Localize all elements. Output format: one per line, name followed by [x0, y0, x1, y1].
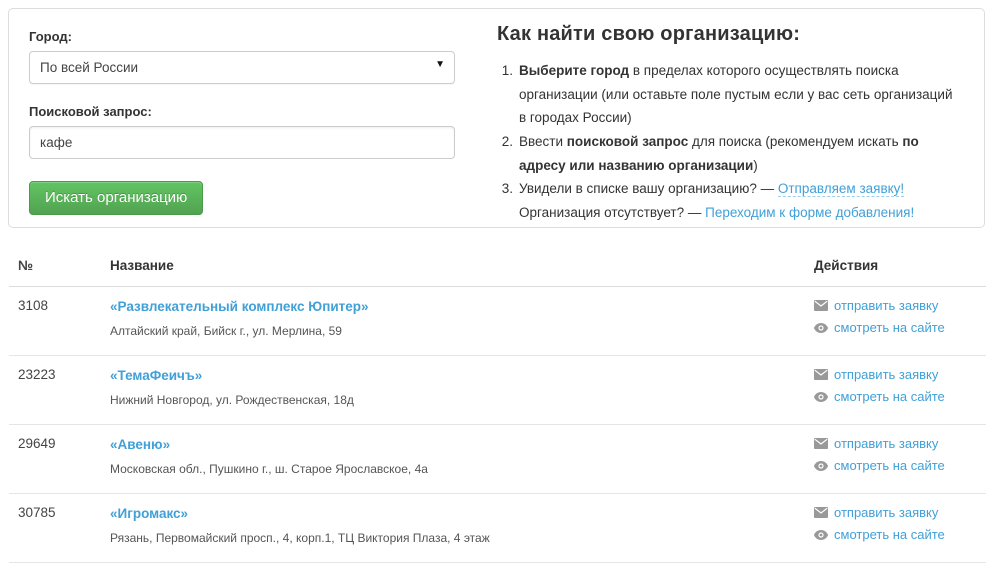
view-on-site-label: смотреть на сайте	[834, 320, 945, 335]
view-on-site-label: смотреть на сайте	[834, 458, 945, 473]
eye-icon	[814, 323, 828, 333]
envelope-icon	[814, 300, 828, 311]
search-button[interactable]: Искать организацию	[29, 181, 203, 215]
send-request-link[interactable]: отправить заявку	[814, 505, 986, 520]
search-form: Город: По всей России ▼ Поисковой запрос…	[9, 9, 479, 227]
eye-icon	[814, 530, 828, 540]
view-on-site-link[interactable]: смотреть на сайте	[814, 320, 986, 335]
org-id: 23223	[9, 367, 110, 411]
table-header: № Название Действия	[9, 246, 986, 287]
view-on-site-label: смотреть на сайте	[834, 389, 945, 404]
instructions-title: Как найти свою организацию:	[497, 23, 960, 46]
org-name-link[interactable]: «ТемаФеичъ»	[110, 368, 202, 383]
send-request-label: отправить заявку	[834, 505, 938, 520]
table-row: 29649 «Авеню» Московская обл., Пушкино г…	[9, 425, 986, 494]
send-request-label: отправить заявку	[834, 436, 938, 451]
city-select[interactable]: По всей России	[29, 51, 455, 84]
add-form-link[interactable]: Переходим к форме добавления!	[705, 205, 914, 220]
send-request-link[interactable]: отправить заявку	[814, 298, 986, 313]
org-name-link[interactable]: «Авеню»	[110, 437, 170, 452]
step-2-number: 2.	[497, 130, 519, 177]
send-request-link[interactable]: отправить заявку	[814, 436, 986, 451]
view-on-site-link[interactable]: смотреть на сайте	[814, 527, 986, 542]
step-3-t2: Организация отсутствует? —	[519, 205, 705, 220]
instructions-steps: 1. Выберите город в пределах которого ос…	[497, 59, 960, 224]
envelope-icon	[814, 507, 828, 518]
query-label: Поисковой запрос:	[29, 104, 479, 119]
eye-icon	[814, 461, 828, 471]
org-address: Нижний Новгород, ул. Рождественская, 18д	[110, 393, 804, 407]
step-3-t1: Увидели в списке вашу организацию? —	[519, 181, 778, 196]
header-actions: Действия	[814, 258, 986, 273]
step-1-bold: Выберите город	[519, 63, 629, 78]
step-2-t2: для поиска (рекомендуем искать	[688, 134, 902, 149]
organizations-table: № Название Действия 3108 «Развлекательны…	[9, 246, 986, 563]
step-2-text: Ввести поисковой запрос для поиска (реко…	[519, 130, 960, 177]
send-request-label: отправить заявку	[834, 367, 938, 382]
step-1-text: Выберите город в пределах которого осуще…	[519, 59, 960, 130]
send-request-label: отправить заявку	[834, 298, 938, 313]
org-id: 30785	[9, 505, 110, 549]
step-2: 2. Ввести поисковой запрос для поиска (р…	[497, 130, 960, 177]
step-2-t1: Ввести	[519, 134, 567, 149]
view-on-site-label: смотреть на сайте	[834, 527, 945, 542]
eye-icon	[814, 392, 828, 402]
org-address: Алтайский край, Бийск г., ул. Мерлина, 5…	[110, 324, 804, 338]
table-row: 23223 «ТемаФеичъ» Нижний Новгород, ул. Р…	[9, 356, 986, 425]
org-address: Рязань, Первомайский просп., 4, корп.1, …	[110, 531, 804, 545]
table-row: 30785 «Игромакс» Рязань, Первомайский пр…	[9, 494, 986, 563]
step-3-text: Увидели в списке вашу организацию? — Отп…	[519, 177, 960, 224]
step-1-number: 1.	[497, 59, 519, 130]
instructions: Как найти свою организацию: 1. Выберите …	[479, 9, 984, 227]
step-2-t3: )	[753, 158, 758, 173]
city-label: Город:	[29, 29, 479, 44]
envelope-icon	[814, 438, 828, 449]
org-name-link[interactable]: «Игромакс»	[110, 506, 188, 521]
step-3: 3. Увидели в списке вашу организацию? — …	[497, 177, 960, 224]
step-3-number: 3.	[497, 177, 519, 224]
envelope-icon	[814, 369, 828, 380]
query-input[interactable]	[29, 126, 455, 159]
table-row: 3108 «Развлекательный комплекс Юпитер» А…	[9, 287, 986, 356]
step-2-bold1: поисковой запрос	[567, 134, 688, 149]
city-select-wrap: По всей России ▼	[29, 51, 455, 84]
search-panel: Город: По всей России ▼ Поисковой запрос…	[8, 8, 985, 228]
send-request-link[interactable]: Отправляем заявку!	[778, 181, 904, 197]
step-1: 1. Выберите город в пределах которого ос…	[497, 59, 960, 130]
org-id: 29649	[9, 436, 110, 480]
org-name-link[interactable]: «Развлекательный комплекс Юпитер»	[110, 299, 369, 314]
org-address: Московская обл., Пушкино г., ш. Старое Я…	[110, 462, 804, 476]
header-id: №	[9, 258, 110, 273]
view-on-site-link[interactable]: смотреть на сайте	[814, 458, 986, 473]
org-id: 3108	[9, 298, 110, 342]
send-request-link[interactable]: отправить заявку	[814, 367, 986, 382]
header-name: Название	[110, 258, 814, 273]
view-on-site-link[interactable]: смотреть на сайте	[814, 389, 986, 404]
